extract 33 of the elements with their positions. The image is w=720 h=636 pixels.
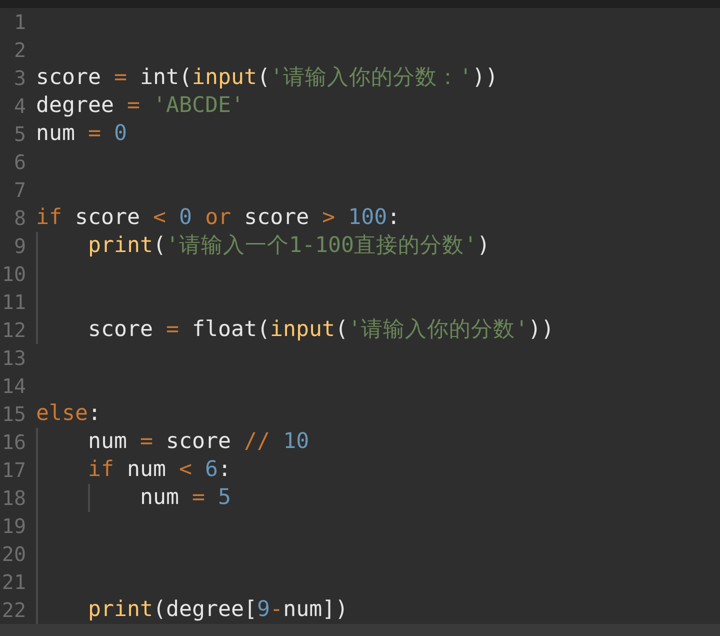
code-line: score = int(input('请输入你的分数：')) (36, 64, 498, 92)
line-number: 2 (12, 38, 26, 62)
code-line: num = 5 (140, 484, 232, 512)
line-number: 3 (12, 66, 26, 90)
line-number: 20 (0, 542, 26, 566)
code-line: num = score // 10 (88, 428, 310, 456)
line-number: 16 (0, 430, 26, 454)
code-line: else: (36, 400, 102, 428)
line-number: 21 (0, 570, 26, 594)
line-number: 4 (12, 94, 26, 118)
code-line: degree = 'ABCDE' (36, 92, 244, 120)
code-line: print(degree[9-num]) (88, 596, 348, 624)
line-number: 15 (0, 402, 26, 426)
line-number: 18 (0, 486, 26, 510)
line-number: 19 (0, 514, 26, 538)
line-number: 22 (0, 598, 26, 622)
line-number: 8 (12, 206, 26, 230)
line-number: 17 (0, 458, 26, 482)
code-line: num = 0 (36, 120, 128, 148)
line-number: 6 (12, 150, 26, 174)
line-number: 5 (12, 122, 26, 146)
line-number: 7 (12, 178, 26, 202)
line-number: 13 (0, 346, 26, 370)
line-number: 9 (12, 234, 26, 258)
line-number: 11 (0, 290, 26, 314)
code-line: print('请输入一个1-100直接的分数') (88, 232, 490, 260)
line-number: 12 (0, 318, 26, 342)
code-line: score = float(input('请输入你的分数')) (88, 316, 554, 344)
code-line: if num < 6: (88, 456, 232, 484)
line-number: 10 (0, 262, 26, 286)
code-line: if score < 0 or score > 100: (36, 204, 400, 232)
line-number: 14 (0, 374, 26, 398)
line-number: 1 (12, 10, 26, 34)
